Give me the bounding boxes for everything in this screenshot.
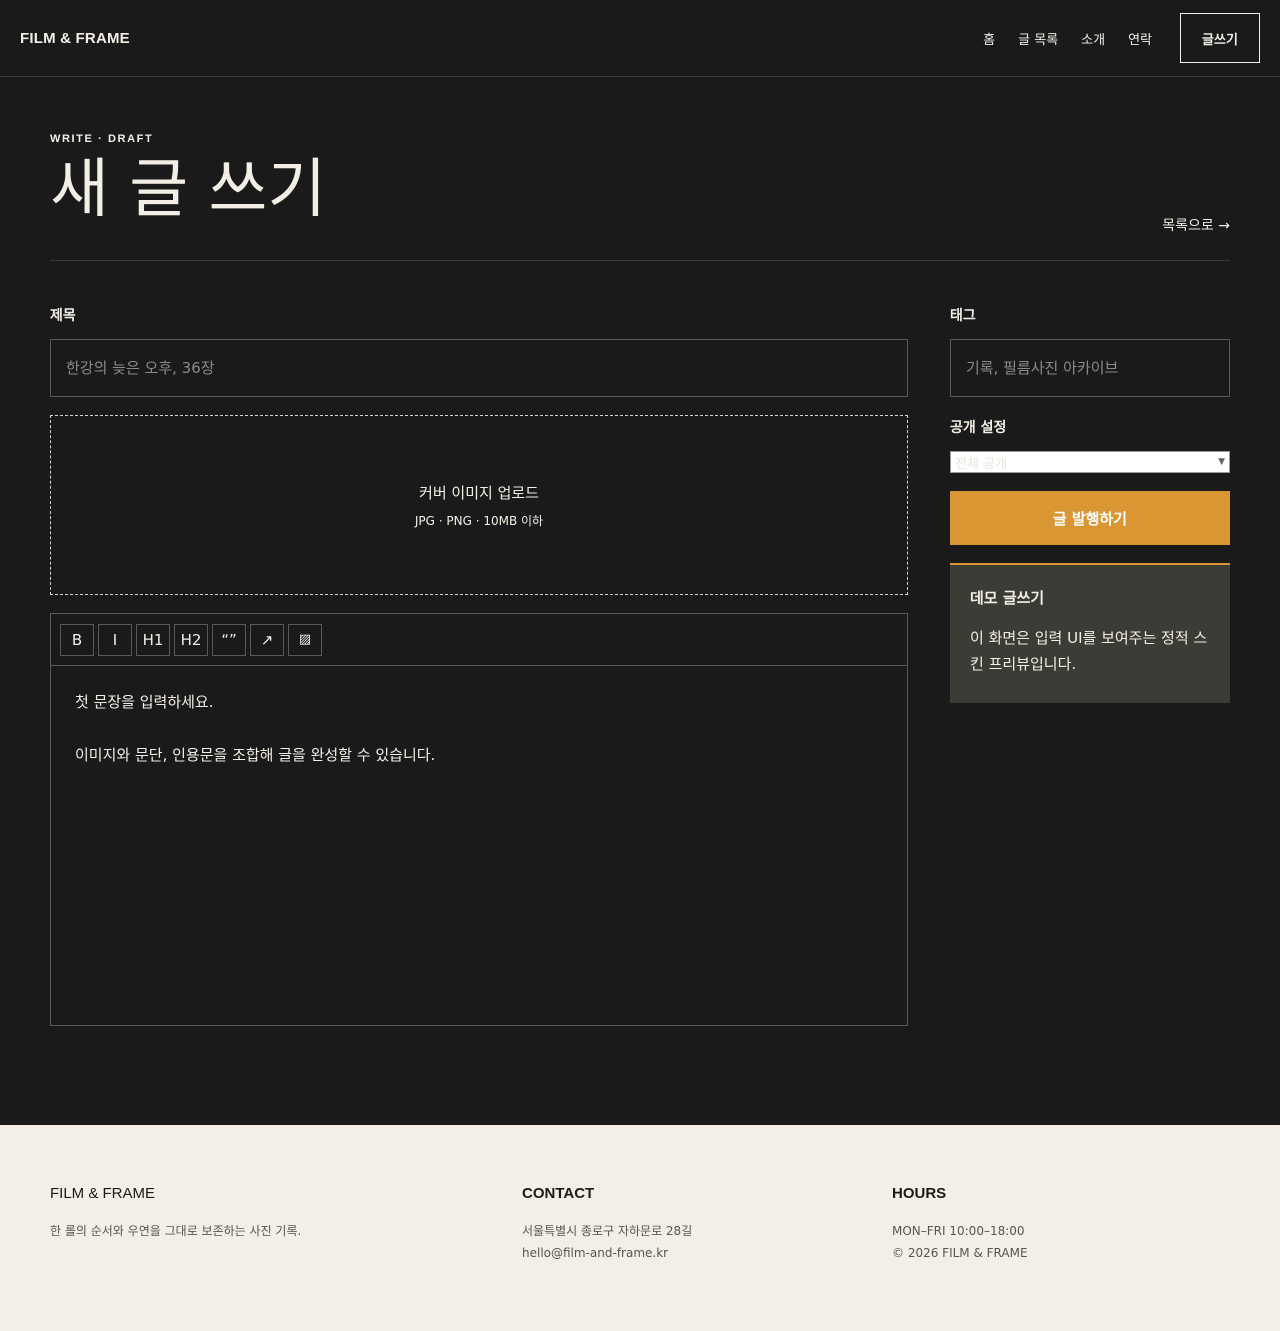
- tags-input[interactable]: [950, 339, 1230, 397]
- chevron-down-icon: ▼: [1218, 457, 1225, 467]
- heading2-icon: H2: [180, 630, 202, 649]
- italic-button[interactable]: I: [98, 623, 132, 656]
- rich-text-editor: B I H1 H2 “” ↗ ▨ 첫 문장을 입력하세요. 이미지와 문단, 인…: [50, 613, 908, 1026]
- footer-contact-title: CONTACT: [522, 1185, 595, 1202]
- footer-hours-title: HOURS: [892, 1185, 947, 1202]
- tags-label: 태그: [950, 308, 976, 324]
- footer-email[interactable]: hello@film-and-frame.kr: [522, 1242, 892, 1264]
- nav-home[interactable]: 홈: [983, 29, 995, 48]
- demo-notice-text: 이 화면은 입력 UI를 보여주는 정적 스킨 프리뷰입니다.: [970, 629, 1208, 673]
- nav-contact[interactable]: 연락: [1128, 29, 1152, 48]
- footer-copyright: © 2026 FILM & FRAME: [892, 1246, 1028, 1260]
- demo-notice: 데모 글쓰기 이 화면은 입력 UI를 보여주는 정적 스킨 프리뷰입니다.: [950, 563, 1230, 703]
- nav-post-list[interactable]: 글 목록: [1018, 29, 1058, 48]
- back-to-list-link[interactable]: 목록으로 →: [1162, 215, 1230, 235]
- editor-toolbar: B I H1 H2 “” ↗ ▨: [51, 614, 907, 666]
- title-label: 제목: [50, 308, 76, 324]
- quote-icon: “”: [221, 630, 237, 649]
- page-title: 새 글 쓰기: [50, 153, 327, 227]
- form-sidebar: 태그 공개 설정 전체 공개 ▼ 글 발행하기 데모 글쓰기 이 화면은 입력 …: [950, 305, 1230, 1026]
- page-kicker: WRITE · DRAFT: [50, 133, 154, 145]
- heading2-button[interactable]: H2: [174, 623, 208, 656]
- write-button[interactable]: 글쓰기: [1180, 13, 1260, 63]
- link-icon: ↗: [260, 630, 274, 649]
- write-form: 제목 커버 이미지 업로드 JPG · PNG · 10MB 이하 B I H1…: [50, 305, 1230, 1026]
- main-nav: 홈 글 목록 소개 연락 글쓰기: [960, 13, 1260, 63]
- upload-title: 커버 이미지 업로드: [419, 483, 539, 502]
- title-input[interactable]: [50, 339, 908, 397]
- form-main-column: 제목 커버 이미지 업로드 JPG · PNG · 10MB 이하 B I H1…: [50, 305, 908, 1026]
- visibility-select[interactable]: 전체 공개 ▼: [950, 451, 1230, 473]
- italic-icon: I: [112, 630, 118, 649]
- site-footer: FILM & FRAME 한 롤의 순서와 우연을 그대로 보존하는 사진 기록…: [0, 1125, 1280, 1331]
- site-header: FILM & FRAME 홈 글 목록 소개 연락 글쓰기: [0, 0, 1280, 77]
- footer-hours: MON–FRI 10:00–18:00: [892, 1224, 1025, 1238]
- heading1-button[interactable]: H1: [136, 623, 170, 656]
- publish-button[interactable]: 글 발행하기: [950, 491, 1230, 545]
- visibility-label: 공개 설정: [950, 420, 1007, 436]
- editor-paragraph: 이미지와 문단, 인용문을 조합해 글을 완성할 수 있습니다.: [75, 745, 436, 764]
- demo-notice-title: 데모 글쓰기: [970, 589, 1045, 607]
- upload-hint: JPG · PNG · 10MB 이하: [414, 513, 544, 528]
- bold-icon: B: [71, 630, 83, 649]
- footer-brand-column: FILM & FRAME 한 롤의 순서와 우연을 그대로 보존하는 사진 기록…: [50, 1185, 522, 1331]
- brand-logo[interactable]: FILM & FRAME: [20, 30, 130, 47]
- nav-about[interactable]: 소개: [1081, 29, 1105, 48]
- editor-content[interactable]: 첫 문장을 입력하세요. 이미지와 문단, 인용문을 조합해 글을 완성할 수 …: [51, 666, 907, 821]
- page-head: WRITE · DRAFT 새 글 쓰기 목록으로 →: [50, 77, 1230, 261]
- quote-button[interactable]: “”: [212, 623, 246, 656]
- visibility-selected-value: 전체 공개: [955, 456, 1007, 472]
- heading1-icon: H1: [142, 630, 164, 649]
- editor-paragraph: 첫 문장을 입력하세요.: [75, 693, 214, 711]
- image-button[interactable]: ▨: [288, 623, 322, 656]
- footer-hours-column: HOURS MON–FRI 10:00–18:00 © 2026 FILM & …: [892, 1185, 1028, 1331]
- cover-upload-dropzone[interactable]: 커버 이미지 업로드 JPG · PNG · 10MB 이하: [50, 415, 908, 595]
- footer-tagline: 한 롤의 순서와 우연을 그대로 보존하는 사진 기록.: [50, 1224, 302, 1238]
- image-icon: ▨: [298, 632, 312, 647]
- footer-brand: FILM & FRAME: [50, 1185, 156, 1202]
- footer-contact-column: CONTACT 서울특별시 종로구 자하문로 28길 hello@film-an…: [522, 1185, 892, 1331]
- footer-address: 서울특별시 종로구 자하문로 28길: [522, 1224, 693, 1238]
- bold-button[interactable]: B: [60, 623, 94, 656]
- link-button[interactable]: ↗: [250, 623, 284, 656]
